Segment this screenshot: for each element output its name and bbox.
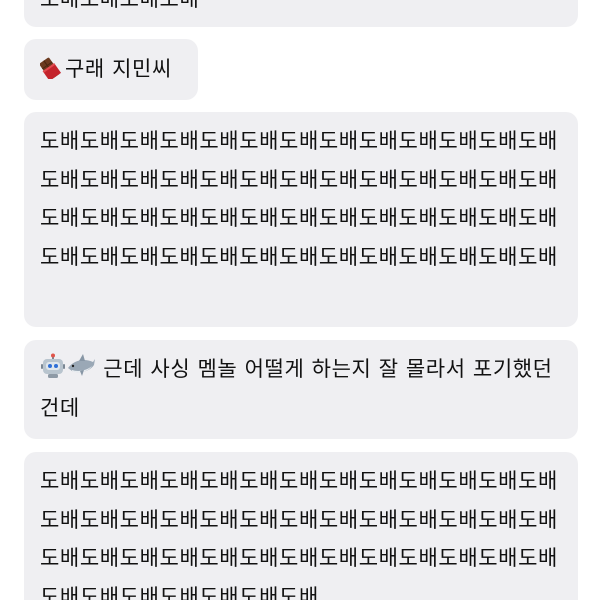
shark-icon — [66, 353, 96, 379]
message-bubble: 도배도배도배도배도배도배도배도배도배도배도배도배도배도배도배도배도배도배도배도배… — [24, 112, 578, 327]
message-bubble: 도배도배도배도배도배도배도배도배도배도배도배도배도배도배도배도배도배도배도배도배… — [24, 452, 578, 600]
message-text: 도배도배도배도배 — [40, 0, 199, 11]
robot-icon — [40, 353, 66, 379]
message-text: 도배도배도배도배도배도배도배도배도배도배도배도배도배도배도배도배도배도배도배도배… — [40, 469, 558, 600]
message-bubble: 도배도배도배도배 — [24, 0, 578, 27]
message-text: 도배도배도배도배도배도배도배도배도배도배도배도배도배도배도배도배도배도배도배도배… — [40, 129, 558, 269]
message-bubble: 근데 사싱 멤놀 어떨게 하는지 잘 몰라서 포기했던건데 — [24, 340, 578, 439]
message-text: 근데 사싱 멤놀 어떨게 하는지 잘 몰라서 포기했던건데 — [40, 357, 553, 420]
chocolate-bar-icon — [40, 55, 65, 79]
message-bubble: 구래 지민씨 — [24, 39, 198, 100]
message-text: 구래 지민씨 — [65, 57, 172, 81]
